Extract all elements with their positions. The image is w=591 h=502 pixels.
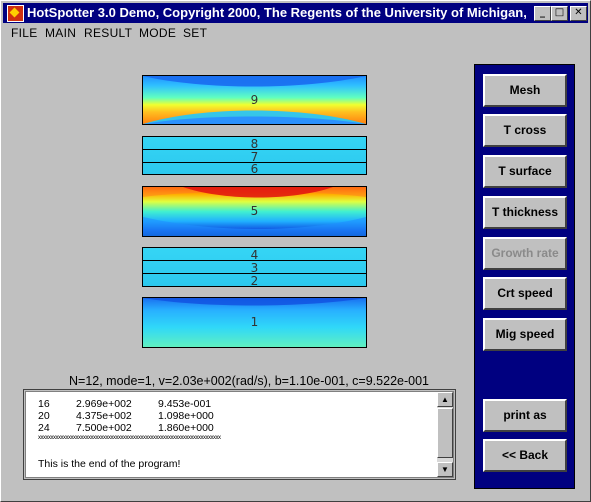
scroll-up-icon[interactable]: ▲ <box>437 392 453 407</box>
title-bar[interactable]: HotSpotter 3.0 Demo, Copyright 2000, The… <box>3 3 588 23</box>
strip-1-label: 1 <box>250 315 259 329</box>
strip-9-temperature-plot: 9 <box>142 75 367 125</box>
window-title: HotSpotter 3.0 Demo, Copyright 2000, The… <box>27 5 527 20</box>
matlab-app-icon[interactable] <box>7 5 24 22</box>
output-log-textarea[interactable]: 16 2.969e+002 9.453e-001 20 4.375e+002 1.098e… <box>25 391 454 478</box>
log-content: 16 2.969e+002 9.453e-001 20 4.375e+002 1.098e… <box>38 398 408 470</box>
t-surface-button[interactable]: T surface <box>483 155 567 188</box>
growth-rate-button[interactable]: Growth rate <box>483 237 567 270</box>
t-cross-button[interactable]: T cross <box>483 114 567 147</box>
strip-5-temperature-plot: 5 <box>142 186 367 237</box>
minimize-icon[interactable]: _ <box>534 6 551 21</box>
log-row: 20 4.375e+002 1.098e+000 <box>38 410 214 422</box>
app-window: HotSpotter 3.0 Demo, Copyright 2000, The… <box>0 0 591 502</box>
log-scrollbar[interactable]: ▲ ▼ <box>437 392 453 477</box>
strip-1-temperature-plot: 1 <box>142 297 367 348</box>
close-icon[interactable]: ✕ <box>570 6 587 21</box>
menu-set[interactable]: SET <box>183 26 207 40</box>
mig-speed-button[interactable]: Mig speed <box>483 318 567 351</box>
log-row: 24 7.500e+002 1.860e+000 <box>38 422 214 434</box>
strip-9-label: 9 <box>250 93 259 107</box>
strip-6-label: 6 <box>250 162 259 176</box>
log-row: 16 2.969e+002 9.453e-001 <box>38 398 212 410</box>
menu-mode[interactable]: MODE <box>139 26 176 40</box>
scroll-down-icon[interactable]: ▼ <box>437 462 453 477</box>
output-log: 16 2.969e+002 9.453e-001 20 4.375e+002 1.098e… <box>23 389 456 480</box>
strip-3-label: 3 <box>250 261 259 275</box>
status-line: N=12, mode=1, v=2.03e+002(rad/s), b=1.10… <box>69 374 429 388</box>
menu-file[interactable]: FILE <box>11 26 38 40</box>
print-as-button[interactable]: print as <box>483 399 567 432</box>
menu-main[interactable]: MAIN <box>45 26 76 40</box>
log-end-message: This is the end of the program! <box>38 458 181 470</box>
crt-speed-button[interactable]: Crt speed <box>483 277 567 310</box>
scroll-thumb[interactable] <box>437 408 453 458</box>
mesh-button[interactable]: Mesh <box>483 74 567 107</box>
strip-4-3-2-group: 4 3 2 <box>142 247 367 288</box>
button-panel: Mesh T cross T surface T thickness Growt… <box>474 64 575 489</box>
strip-8-label: 8 <box>250 137 259 151</box>
strip-5-label: 5 <box>250 204 259 218</box>
strip-4-label: 4 <box>250 248 259 262</box>
log-separator: xxxxxxxxxxxxxxxxxxxxxxxxxxxxxxxxxxxxxxxx… <box>38 435 221 441</box>
menu-bar: FILE MAIN RESULT MODE SET <box>3 24 588 42</box>
strip-2-label: 2 <box>250 274 259 288</box>
maximize-icon[interactable]: □ <box>551 6 568 21</box>
menu-result[interactable]: RESULT <box>84 26 132 40</box>
back-button[interactable]: << Back <box>483 439 567 472</box>
t-thickness-button[interactable]: T thickness <box>483 196 567 229</box>
strip-8-7-6-group: 8 7 6 <box>142 136 367 176</box>
